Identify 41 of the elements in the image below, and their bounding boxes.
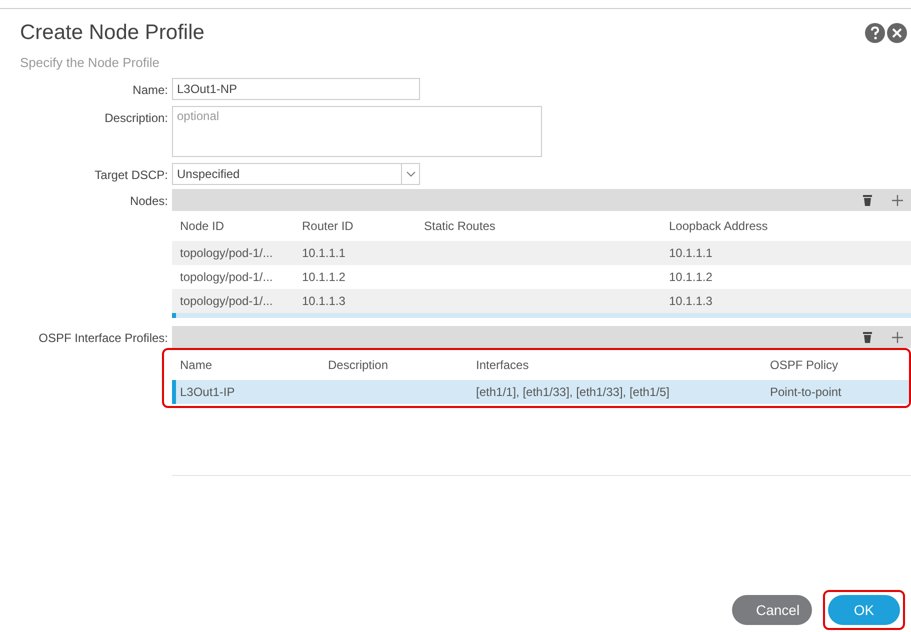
cancel-button[interactable]: Cancel	[732, 595, 812, 625]
table-cell-text: [eth1/1], [eth1/33], [eth1/33], [eth1/5]	[475, 384, 670, 401]
column-header[interactable]: Static Routes	[416, 217, 661, 235]
table-row[interactable]: L3Out1-IP [eth1/1], [eth1/33], [eth1/33], [eth1/5] Point-to-point	[172, 380, 909, 404]
field-label: Target DSCP:	[94, 167, 169, 184]
add-icon[interactable]	[892, 194, 903, 206]
field-label: OSPF Interface Profiles:	[38, 330, 169, 347]
table-row[interactable]: topology/pod-1/... 10.1.1.1 10.1.1.1	[172, 241, 911, 265]
table-cell-text: topology/pod-1/...	[179, 245, 274, 262]
table-cell-text: 10.1.1.2	[301, 269, 346, 286]
field-label: Nodes:	[128, 193, 169, 210]
table-cell-text: 10.1.1.1	[668, 245, 714, 262]
field-label: Description:	[104, 110, 169, 127]
description-field[interactable]: optional	[172, 106, 542, 157]
column-header[interactable]: Name	[172, 356, 320, 374]
table-cell-text: L3Out1-IP	[179, 384, 236, 401]
table-cell-text: topology/pod-1/...	[179, 269, 274, 286]
dialog-title: Create Node Profile	[20, 20, 204, 46]
trash-icon[interactable]	[863, 332, 872, 342]
dscp-dropdown[interactable]: Unspecified	[172, 163, 420, 185]
table-cell-text: 10.1.1.2	[668, 269, 714, 286]
name-field[interactable]: L3Out1-NP	[172, 78, 420, 100]
add-icon[interactable]	[892, 332, 903, 342]
field-label: Name:	[132, 82, 169, 99]
column-header[interactable]: Loopback Address	[661, 217, 881, 235]
close-icon[interactable]	[887, 22, 907, 43]
column-header[interactable]: Router ID	[294, 217, 416, 235]
caret-icon	[406, 171, 416, 177]
help-icon[interactable]	[865, 22, 885, 43]
table-cell-text: 10.1.1.1	[301, 245, 346, 262]
column-header[interactable]: OSPF Policy	[762, 356, 902, 374]
table-cell-text: topology/pod-1/...	[179, 293, 274, 310]
column-header[interactable]: Node ID	[172, 217, 294, 235]
table-row[interactable]: topology/pod-1/... 10.1.1.3 10.1.1.3	[172, 289, 911, 313]
column-header[interactable]: Description	[320, 356, 468, 374]
column-header[interactable]: Interfaces	[468, 356, 762, 374]
table-cell-text: 10.1.1.3	[668, 293, 714, 310]
dialog-subtitle: Specify the Node Profile	[19, 54, 160, 72]
trash-icon[interactable]	[863, 194, 872, 206]
table-cell-text: 10.1.1.3	[301, 293, 346, 310]
table-cell-text: Point-to-point	[769, 384, 842, 401]
